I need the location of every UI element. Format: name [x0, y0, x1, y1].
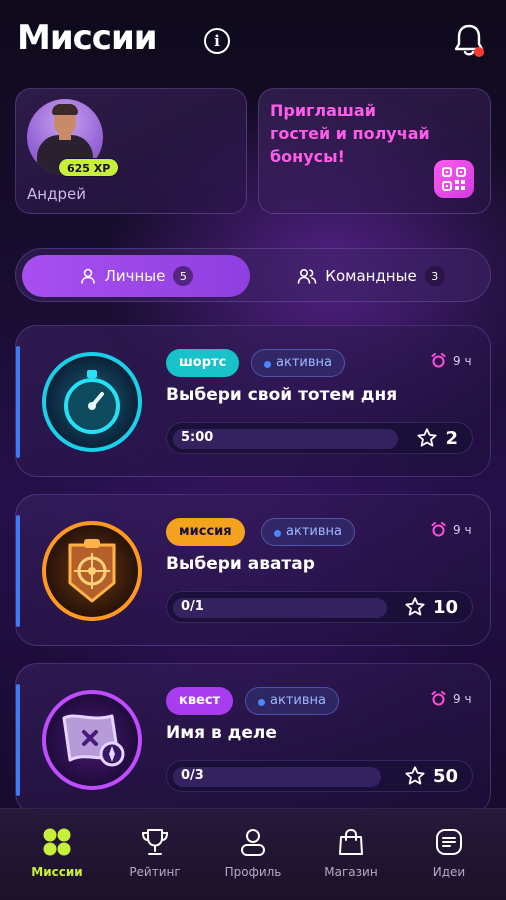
status-label: активна [286, 524, 342, 539]
mission-progress: 0/3 50 [166, 760, 473, 792]
nav-label: Профиль [224, 865, 282, 879]
nav-item-missions[interactable]: Миссии [12, 827, 102, 879]
mission-title: Выбери свой тотем дня [166, 385, 398, 405]
star-icon [405, 766, 425, 785]
star-icon [417, 428, 438, 447]
profile-icon [241, 829, 265, 856]
reward-value: 50 [432, 765, 458, 787]
alarm-clock-icon [431, 691, 446, 706]
alarm-clock-icon [431, 353, 446, 368]
grid-icon [43, 828, 71, 856]
status-badge: активна [261, 518, 355, 546]
shopping-bag-icon [339, 828, 363, 855]
nav-label: Рейтинг [129, 865, 181, 879]
nav-label: Магазин [324, 865, 378, 879]
progress-text: 0/3 [181, 768, 204, 783]
nav-item-ideas[interactable]: Идеи [404, 827, 494, 879]
invite-card[interactable]: Приглашай гостей и получай бонусы! [258, 88, 491, 214]
page-title: Миссии [17, 18, 158, 58]
qr-button[interactable] [434, 160, 474, 198]
mission-card[interactable]: шортс активна 9 ч Выбери свой тотем дня … [15, 325, 491, 477]
nav-label: Миссии [31, 865, 83, 879]
treasure-map-icon [42, 690, 142, 790]
nav-item-profile[interactable]: Профиль [208, 827, 298, 879]
status-badge: активна [245, 687, 339, 715]
progress-bar [173, 598, 387, 618]
mission-tag: миссия [166, 518, 245, 546]
status-label: активна [270, 693, 326, 708]
target-badge-icon [42, 521, 142, 621]
status-dot [258, 699, 265, 706]
stopwatch-icon [42, 352, 142, 452]
timer-text: 9 ч [453, 522, 472, 537]
star-icon [405, 597, 425, 616]
alarm-clock-icon [431, 522, 446, 537]
nav-label: Идеи [432, 865, 466, 879]
trophy-icon [141, 829, 169, 855]
tab-label: Личные [104, 267, 166, 285]
profile-card[interactable]: 625 XP Андрей [15, 88, 247, 214]
nav-item-shop[interactable]: Магазин [306, 827, 396, 879]
mission-reward: 10 [404, 596, 458, 618]
qr-code-icon [442, 167, 466, 191]
xp-badge: 625 XP [58, 158, 120, 177]
status-label: активна [276, 355, 332, 370]
tab-label: Командные [325, 267, 417, 285]
users-icon [297, 268, 317, 284]
tab-count: 3 [424, 266, 445, 286]
timer-text: 9 ч [453, 353, 472, 368]
mission-accent [16, 684, 20, 796]
progress-bar [173, 767, 381, 787]
mission-tag: квест [166, 687, 234, 715]
mission-tabs: Личные 5 Командные 3 [15, 248, 491, 302]
mission-title: Выбери аватар [166, 554, 315, 574]
mission-timer: 9 ч [431, 353, 472, 368]
nav-item-rating[interactable]: Рейтинг [110, 827, 200, 879]
mission-accent [16, 346, 20, 458]
status-badge: активна [251, 349, 345, 377]
mission-progress: 5:00 2 [166, 422, 473, 454]
mission-card[interactable]: миссия активна 9 ч Выбери аватар 0/1 10 [15, 494, 491, 646]
user-icon [80, 268, 95, 284]
invite-text: Приглашай гостей и получай бонусы! [270, 101, 430, 166]
notification-dot [474, 47, 484, 57]
tab-count: 5 [173, 266, 194, 286]
mission-card[interactable]: квест активна 9 ч Имя в деле 0/3 50 [15, 663, 491, 815]
reward-value: 10 [432, 596, 458, 618]
ideas-icon [436, 829, 462, 855]
mission-accent [16, 515, 20, 627]
mission-title: Имя в деле [166, 723, 277, 743]
tab-personal[interactable]: Личные 5 [22, 255, 250, 297]
mission-timer: 9 ч [431, 522, 472, 537]
info-icon[interactable]: i [204, 28, 230, 54]
mission-tag: шортс [166, 349, 240, 377]
reward-value: 2 [445, 427, 458, 449]
status-dot [264, 361, 271, 368]
mission-timer: 9 ч [431, 691, 472, 706]
progress-text: 5:00 [181, 430, 214, 445]
timer-text: 9 ч [453, 691, 472, 706]
progress-text: 0/1 [181, 599, 204, 614]
mission-reward: 2 [416, 427, 458, 449]
tab-team[interactable]: Командные 3 [256, 255, 486, 297]
user-name: Андрей [27, 185, 86, 203]
mission-reward: 50 [404, 765, 458, 787]
header: Миссии i [0, 0, 506, 80]
mission-progress: 0/1 10 [166, 591, 473, 623]
bottom-nav: Миссии Рейтинг Профиль Магазин Идеи [0, 808, 506, 900]
status-dot [274, 530, 281, 537]
